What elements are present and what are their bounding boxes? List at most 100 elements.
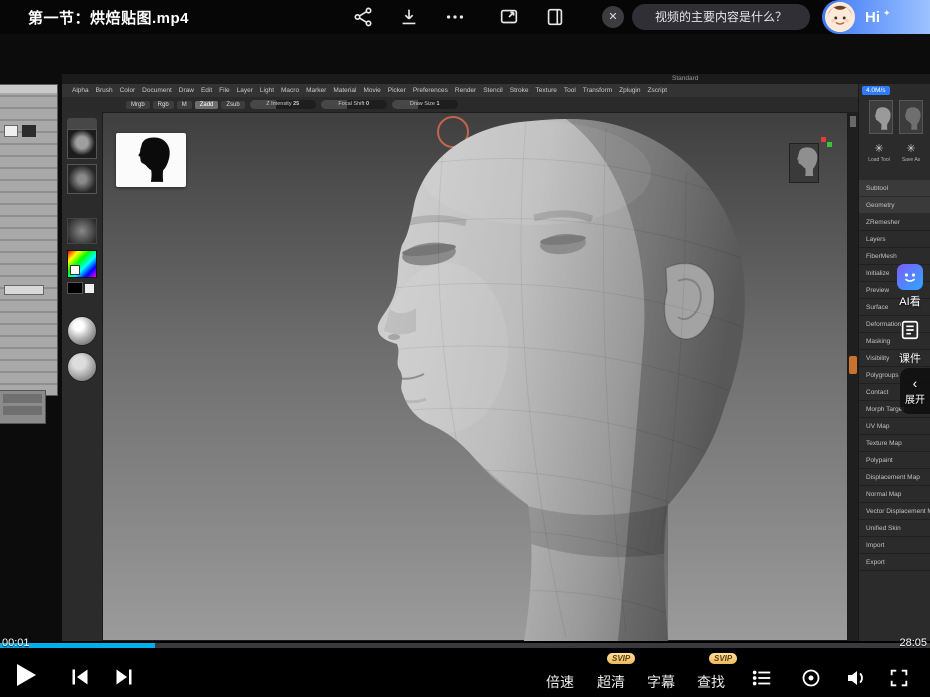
save-as-button[interactable]: ✳ Save As	[898, 142, 924, 163]
tool-panel-section[interactable]: Subtool	[859, 180, 930, 197]
left-floating-palette[interactable]	[0, 84, 58, 396]
zbrush-menu-item[interactable]: Color	[120, 87, 136, 94]
tool-panel-section[interactable]: Layers	[859, 231, 930, 248]
mini-window-icon[interactable]	[544, 6, 566, 28]
tray-toggle-handle[interactable]	[849, 356, 857, 374]
tool-button-icon: ✳	[898, 142, 924, 156]
tool-panel-section[interactable]: Unified Skin	[859, 520, 930, 537]
tool-button-icon: ✳	[866, 142, 892, 156]
tool-panel-section[interactable]: FiberMesh	[859, 248, 930, 265]
video-frame[interactable]: Standard Alpha Brush Color Document Draw Edit…	[0, 34, 930, 641]
zbrush-toolbar-buttons: MrgbRgbMZaddZsub	[126, 101, 245, 109]
scroll-knob[interactable]	[850, 116, 856, 127]
zbrush-menu-item[interactable]: Stencil	[483, 87, 503, 94]
zbrush-menu-item[interactable]: Brush	[96, 87, 113, 94]
speed-control[interactable]: 倍速	[546, 672, 574, 692]
active-tool-thumbnail[interactable]	[789, 143, 819, 183]
player-controls: SVIP SVIP 倍速 超清 字幕 查找	[0, 648, 930, 697]
zbrush-menu-item[interactable]: Edit	[201, 87, 212, 94]
zbrush-menu-item[interactable]: Picker	[388, 87, 406, 94]
volume-icon[interactable]	[845, 667, 867, 692]
zbrush-menu-item[interactable]: Movie	[363, 87, 380, 94]
zbrush-toolbar-button[interactable]: Zadd	[195, 101, 219, 109]
zbrush-toolbar-button[interactable]: Zsub	[221, 101, 244, 109]
ai-question-input[interactable]: 视频的主要内容是什么？	[632, 4, 810, 30]
zbrush-menu-item[interactable]: Marker	[306, 87, 326, 94]
fullscreen-icon[interactable]	[888, 667, 910, 692]
tool-thumbnail-2[interactable]	[899, 100, 923, 134]
zbrush-menu-item[interactable]: Tool	[564, 87, 576, 94]
zbrush-menu-item[interactable]: Stroke	[510, 87, 529, 94]
alpha-thumbnail[interactable]	[67, 218, 97, 244]
zbrush-toolbar-slider[interactable]: Z Intensity 25	[250, 100, 316, 109]
screenshot-icon[interactable]	[498, 6, 520, 28]
zbrush-toolbar-button[interactable]: M	[177, 101, 192, 109]
record-target-icon[interactable]	[800, 667, 822, 692]
chevron-left-icon: ‹	[913, 377, 918, 389]
zbrush-menu-item[interactable]: Light	[260, 87, 274, 94]
play-button[interactable]	[14, 662, 38, 691]
zbrush-menu-item[interactable]: Zplugin	[619, 87, 640, 94]
slider-label: Draw Size	[410, 101, 435, 107]
material-sphere-2[interactable]	[67, 352, 97, 382]
zbrush-canvas[interactable]: +	[102, 112, 848, 641]
ai-watch-icon	[897, 264, 923, 290]
material-sphere[interactable]	[67, 316, 97, 346]
tool-panel-section[interactable]: ZRemesher	[859, 214, 930, 231]
expand-button[interactable]: ‹ 展开	[900, 368, 930, 414]
zbrush-toolbar-button[interactable]: Rgb	[153, 101, 174, 109]
tool-thumbnail-1[interactable]	[869, 100, 893, 134]
subtitle-control[interactable]: 字幕	[647, 672, 675, 692]
zbrush-left-shelf	[62, 112, 102, 641]
tool-panel-section[interactable]: UV Map	[859, 418, 930, 435]
more-icon[interactable]	[444, 6, 466, 28]
zbrush-menu-item[interactable]: Document	[142, 87, 172, 94]
close-icon[interactable]: ✕	[602, 6, 624, 28]
progress-bar[interactable]	[0, 643, 930, 648]
zbrush-menu-item[interactable]: Transform	[583, 87, 612, 94]
ai-watch-button[interactable]: AI看	[892, 264, 928, 309]
ai-assistant-pill[interactable]: Hi ✦	[822, 0, 930, 34]
download-icon[interactable]	[398, 6, 420, 28]
playlist-icon[interactable]	[751, 667, 773, 692]
zbrush-menu-item[interactable]: Texture	[536, 87, 557, 94]
previous-episode-button[interactable]	[70, 668, 90, 689]
zbrush-toolbar-slider[interactable]: Focal Shift 0	[321, 100, 387, 109]
zbrush-menu-item[interactable]: File	[219, 87, 229, 94]
zbrush-toolbar-slider[interactable]: Draw Size 1	[392, 100, 458, 109]
axis-gizmo	[821, 137, 833, 149]
next-episode-button[interactable]	[114, 668, 134, 689]
find-in-video-control[interactable]: 查找	[697, 672, 725, 692]
tool-panel-section[interactable]: Import	[859, 537, 930, 554]
brush-thumbnail[interactable]	[67, 129, 97, 159]
zbrush-menu-item[interactable]: Material	[333, 87, 356, 94]
tool-panel-section[interactable]: Vector Displacement Map	[859, 503, 930, 520]
color-swatches[interactable]	[67, 282, 97, 296]
tool-panel-section[interactable]: Polypaint	[859, 452, 930, 469]
zbrush-menu-item[interactable]: Macro	[281, 87, 299, 94]
zbrush-toolbar-button[interactable]: Mrgb	[126, 101, 150, 109]
zbrush-menu-item[interactable]: Layer	[237, 87, 253, 94]
zbrush-menu-item[interactable]: Preferences	[413, 87, 448, 94]
ai-watch-label: AI看	[892, 293, 928, 309]
tool-panel-section[interactable]: Texture Map	[859, 435, 930, 452]
topbar-actions-2	[498, 6, 566, 28]
tool-panel-section[interactable]: Displacement Map	[859, 469, 930, 486]
tool-button-label: Load Tool	[866, 157, 892, 163]
zbrush-menu-item[interactable]: Draw	[179, 87, 194, 94]
zbrush-shelf-tab[interactable]: Standard	[672, 75, 698, 82]
tool-panel-section[interactable]: Geometry	[859, 197, 930, 214]
courseware-button[interactable]: 课件	[892, 318, 928, 366]
stroke-thumbnail[interactable]	[67, 164, 97, 194]
left-floating-palette-2[interactable]	[0, 390, 46, 424]
load-tool-button[interactable]: ✳ Load Tool	[866, 142, 892, 163]
quality-control[interactable]: 超清	[597, 672, 625, 692]
tool-panel-section[interactable]: Export	[859, 554, 930, 571]
color-picker[interactable]	[67, 250, 97, 278]
tool-panel-section[interactable]: Normal Map	[859, 486, 930, 503]
share-icon[interactable]	[352, 6, 374, 28]
right-tray-divider[interactable]	[848, 112, 858, 641]
zbrush-menu-item[interactable]: Zscript	[648, 87, 668, 94]
zbrush-menu-item[interactable]: Alpha	[72, 87, 89, 94]
zbrush-menu-item[interactable]: Render	[455, 87, 476, 94]
